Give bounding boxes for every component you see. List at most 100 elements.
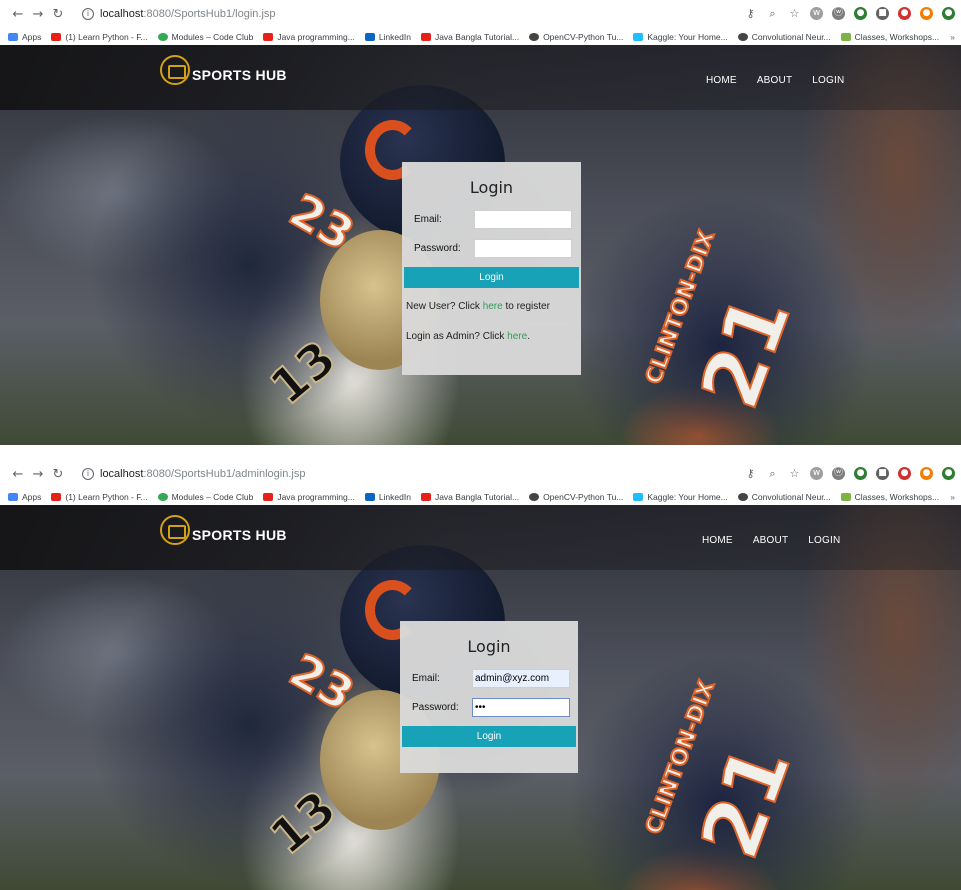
extension-w-icon[interactable]: w — [810, 467, 823, 480]
bookmarks-more-button[interactable]: » — [950, 32, 955, 42]
extension-green-icon[interactable]: ● — [854, 7, 867, 20]
reload-icon[interactable]: ↻ — [48, 467, 68, 482]
brand-name: SPORTS HUB — [192, 67, 287, 83]
nav-login[interactable]: LOGIN — [808, 535, 840, 546]
nav-about[interactable]: ABOUT — [753, 535, 788, 546]
extension-green2-icon[interactable]: ● — [942, 467, 955, 480]
bookmark-label: Modules – Code Club — [171, 31, 254, 42]
jersey-number-21: 21 — [682, 732, 809, 870]
bookmark-item[interactable]: Java programming... — [263, 32, 355, 42]
star-icon[interactable]: ☆ — [788, 467, 801, 480]
url-field[interactable]: localhost:8080/SportsHub1/adminlogin.jsp — [100, 468, 305, 480]
nav-home[interactable]: HOME — [706, 75, 737, 86]
bookmark-label: LinkedIn — [378, 491, 411, 502]
globe-icon — [737, 492, 748, 501]
bookmark-item[interactable]: Java programming... — [263, 491, 355, 502]
key-icon[interactable]: ⚷ — [744, 467, 757, 480]
extension-w-icon[interactable]: w — [810, 7, 823, 20]
password-field[interactable]: ••• — [472, 697, 570, 717]
url-host: localhost — [100, 468, 144, 480]
bookmark-label: (1) Learn Python - F... — [65, 491, 148, 502]
youtube-icon — [263, 492, 274, 501]
extension-gray-icon[interactable]: ■ — [876, 7, 889, 20]
bookmark-item[interactable]: (1) Learn Python - F... — [51, 491, 148, 502]
globe-icon — [529, 32, 540, 41]
extension-orange-icon[interactable]: ● — [920, 467, 933, 480]
back-icon[interactable]: ← — [8, 7, 28, 22]
login-button[interactable]: Login — [404, 267, 579, 288]
admin-login-link[interactable]: here — [507, 331, 527, 342]
forward-icon[interactable]: → — [28, 467, 48, 482]
bookmark-label: Java Bangla Tutorial... — [434, 491, 520, 502]
extension-green-icon[interactable]: ● — [854, 467, 867, 480]
site-info-icon[interactable]: i — [82, 8, 94, 20]
bookmark-item[interactable]: Java Bangla Tutorial... — [420, 32, 519, 42]
email-field[interactable] — [474, 209, 572, 229]
nav-about[interactable]: ABOUT — [757, 75, 792, 86]
extension-orange-icon[interactable]: ● — [920, 7, 933, 20]
hero-background: 23 13 21 CLINTON-DIX SPORTS HUB HOME ABO… — [0, 45, 961, 445]
extension-icons: ⚷ ⌕ ☆ w ⓦ ● ■ ● ● ● — [744, 7, 955, 20]
site-header: SPORTS HUB HOME ABOUT LOGIN — [0, 45, 961, 110]
star-icon[interactable]: ☆ — [788, 7, 801, 20]
bookmark-item[interactable]: OpenCV-Python Tu... — [529, 32, 623, 42]
bookmark-item[interactable]: Modules – Code Club — [157, 492, 253, 502]
bookmark-label: Kaggle: Your Home... — [647, 491, 728, 502]
kaggle-icon — [633, 32, 644, 41]
back-icon[interactable]: ← — [8, 467, 28, 482]
bookmark-item[interactable]: Convolutional Neur... — [737, 491, 831, 502]
address-bar: ← → ↻ i localhost:8080/SportsHub1/login.… — [0, 0, 961, 28]
bookmark-item[interactable]: Java Bangla Tutorial... — [420, 491, 520, 502]
bookmark-apps[interactable]: Apps — [8, 32, 41, 42]
bookmark-item[interactable]: Classes, Workshops... — [840, 492, 939, 502]
nav-login[interactable]: LOGIN — [812, 75, 844, 86]
site-logo[interactable]: SPORTS HUB — [160, 55, 287, 85]
email-field[interactable]: admin@xyz.com — [472, 668, 570, 688]
extension-gray-icon[interactable]: ■ — [876, 467, 889, 480]
login-button[interactable]: Login — [402, 726, 576, 747]
bookmark-item[interactable]: Convolutional Neur... — [737, 32, 831, 42]
codeclub-icon — [157, 32, 168, 41]
site-info-icon[interactable]: i — [82, 468, 94, 480]
bookmark-item[interactable]: Kaggle: Your Home... — [633, 32, 728, 42]
bookmark-item[interactable]: Classes, Workshops... — [840, 32, 939, 42]
bookmark-apps[interactable]: Apps — [8, 492, 41, 502]
zoom-icon[interactable]: ⌕ — [766, 467, 779, 480]
bookmark-item[interactable]: LinkedIn — [364, 491, 411, 502]
extension-green2-icon[interactable]: ● — [942, 7, 955, 20]
bookmark-label: Java programming... — [277, 491, 355, 502]
url-path: :8080/SportsHub1/login.jsp — [143, 8, 276, 20]
classes-icon — [840, 32, 851, 41]
bookmark-item[interactable]: (1) Learn Python - F... — [51, 32, 148, 42]
password-field[interactable] — [474, 238, 572, 258]
extension-grammar-icon[interactable]: ⓦ — [832, 7, 845, 20]
site-logo[interactable]: SPORTS HUB — [160, 515, 287, 545]
extension-red-icon[interactable]: ● — [898, 467, 911, 480]
reload-icon[interactable]: ↻ — [48, 7, 68, 22]
bookmark-item[interactable]: Modules – Code Club — [157, 31, 254, 42]
apps-icon — [8, 492, 18, 501]
admin-login-card: Login Email: admin@xyz.com Password: •••… — [400, 621, 578, 773]
bookmark-item[interactable]: OpenCV-Python Tu... — [529, 492, 623, 502]
extension-red-icon[interactable]: ● — [898, 7, 911, 20]
forward-icon[interactable]: → — [28, 7, 48, 22]
bookmark-label: Convolutional Neur... — [751, 491, 831, 502]
youtube-icon — [420, 492, 431, 501]
password-row: Password: — [414, 238, 581, 258]
kaggle-icon — [633, 492, 644, 501]
zoom-icon[interactable]: ⌕ — [766, 7, 779, 20]
screenshot-login: ← → ↻ i localhost:8080/SportsHub1/login.… — [0, 0, 961, 445]
bookmark-item[interactable]: LinkedIn — [364, 32, 411, 42]
helmet-logo-icon — [160, 515, 190, 545]
bookmark-item[interactable]: Kaggle: Your Home... — [633, 491, 728, 502]
admin-login-title: Login — [467, 637, 511, 656]
url-field[interactable]: localhost:8080/SportsHub1/login.jsp — [100, 8, 276, 20]
bookmarks-bar: Apps (1) Learn Python - F... Modules – C… — [0, 28, 961, 45]
bookmark-label: Apps — [22, 491, 42, 502]
bookmarks-more-button[interactable]: » — [950, 492, 955, 502]
codeclub-icon — [157, 492, 168, 501]
register-link[interactable]: here — [483, 301, 503, 312]
nav-home[interactable]: HOME — [702, 535, 733, 546]
extension-grammar-icon[interactable]: ⓦ — [832, 467, 845, 480]
key-icon[interactable]: ⚷ — [744, 7, 757, 20]
